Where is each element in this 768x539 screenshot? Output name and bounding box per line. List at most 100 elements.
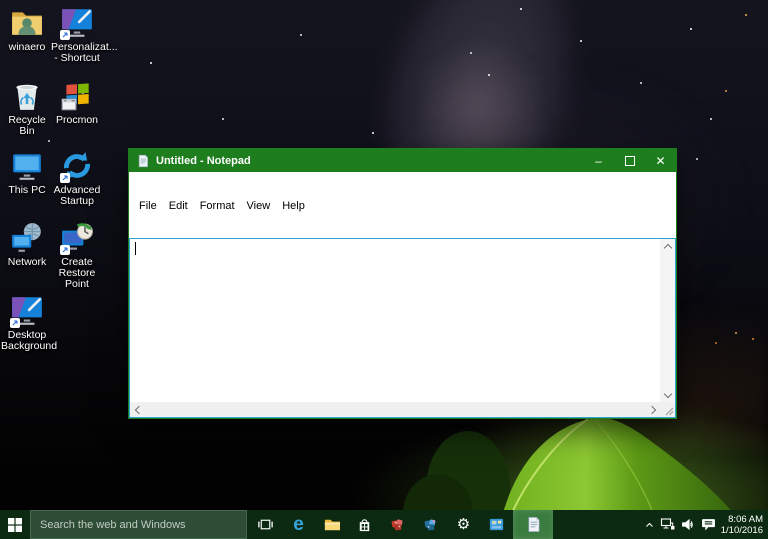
app-red-button[interactable] <box>381 510 414 539</box>
chevron-down-icon <box>663 389 672 398</box>
notepad-text-area[interactable] <box>129 238 676 418</box>
network-globe-icon <box>10 221 44 255</box>
app-red-icon <box>391 519 403 531</box>
desktop-icon-create-restore-point[interactable]: Create Restore Point <box>51 221 103 290</box>
settings-button[interactable]: ⚙ <box>447 510 480 539</box>
desktop-icon-label: winaero <box>8 41 46 53</box>
taskbar-clock[interactable]: 8:06 AM 1/10/2016 <box>721 514 766 536</box>
tray-time: 8:06 AM <box>728 513 763 525</box>
maximize-button[interactable] <box>614 149 645 172</box>
task-view-button[interactable] <box>249 510 282 539</box>
show-hidden-icons-button[interactable] <box>644 520 655 530</box>
horizontal-scrollbar[interactable] <box>130 402 660 417</box>
resize-grip-icon <box>665 407 674 416</box>
desktop-icon-label: Personalizat... - Shortcut <box>51 41 118 64</box>
minimize-icon: – <box>595 153 602 168</box>
desktop-icon-advanced-startup[interactable]: Advanced Startup <box>51 149 103 207</box>
text-caret <box>135 242 136 255</box>
store-button[interactable] <box>348 510 381 539</box>
desktop-icon-label: Create Restore Point <box>58 256 96 290</box>
desktop-icon-label: Desktop Background <box>1 329 58 352</box>
action-center-button[interactable] <box>701 518 716 531</box>
windows-desktop: winaero Personalizat... - Shortcut Recycl… <box>0 0 768 539</box>
taskbar: e ⚙ <box>0 510 768 539</box>
bright-stars <box>0 0 2 2</box>
desktop-icon-label: Recycle Bin <box>8 114 46 137</box>
minimize-button[interactable]: – <box>583 149 614 172</box>
shortcut-arrow-badge <box>60 173 70 183</box>
window-controls: – ✕ <box>583 149 676 172</box>
app-blue-button[interactable] <box>414 510 447 539</box>
close-icon: ✕ <box>655 153 666 168</box>
taskbar-search-input[interactable] <box>30 510 247 539</box>
notepad-titlebar[interactable]: Untitled - Notepad – ✕ <box>129 149 676 172</box>
chevron-up-icon <box>663 243 672 253</box>
desktop-icon-winaero[interactable]: winaero <box>1 6 53 53</box>
desktop-icon-procmon[interactable]: Procmon <box>51 79 103 126</box>
volume-tray-button[interactable] <box>681 518 696 531</box>
star-field <box>0 0 1 1</box>
taskbar-pinned-apps: e ⚙ <box>249 510 553 539</box>
advanced-startup-refresh-icon <box>60 149 94 183</box>
desktop-icon-personalization-shortcut[interactable]: Personalizat... - Shortcut <box>51 6 118 64</box>
system-tray: 8:06 AM 1/10/2016 <box>644 510 766 539</box>
distant-lights <box>0 0 2 2</box>
desktop-background-icon <box>10 294 44 328</box>
edge-icon: e <box>293 514 304 535</box>
network-icon <box>660 518 675 530</box>
notepad-menubar: File Edit Format View Help <box>129 172 676 238</box>
resize-grip[interactable] <box>660 402 675 417</box>
notepad-taskbar-button[interactable] <box>513 510 553 539</box>
menu-format[interactable]: Format <box>194 198 241 214</box>
desktop-icon-label: Advanced Startup <box>53 184 101 207</box>
notepad-window: Untitled - Notepad – ✕ File Edit Format … <box>128 148 677 419</box>
notepad-app-icon <box>136 154 150 168</box>
recycle-bin-icon <box>10 79 44 113</box>
shortcut-arrow-badge <box>10 318 20 328</box>
menu-help[interactable]: Help <box>276 198 311 214</box>
vertical-scrollbar[interactable] <box>660 239 675 402</box>
scroll-right-button[interactable] <box>645 402 660 417</box>
speaker-icon <box>681 518 693 531</box>
notepad-icon <box>527 517 540 532</box>
personalization-icon <box>60 6 94 40</box>
maximize-icon <box>624 155 635 166</box>
task-view-icon <box>258 519 273 530</box>
chevron-up-icon <box>645 522 653 527</box>
app-blue-icon <box>424 519 436 531</box>
this-pc-monitor-icon <box>10 149 44 183</box>
action-center-icon <box>701 519 715 531</box>
window-title: Untitled - Notepad <box>156 154 251 167</box>
procmon-windows-flag-icon <box>60 79 94 113</box>
desktop-icon-label: This PC <box>8 184 46 196</box>
desktop-icon-label: Network <box>7 256 47 268</box>
desktop-icon-recycle-bin[interactable]: Recycle Bin <box>1 79 53 137</box>
desktop-icon-desktop-background[interactable]: Desktop Background <box>1 294 58 352</box>
shortcut-arrow-badge <box>60 30 70 40</box>
scroll-down-button[interactable] <box>660 387 675 402</box>
chevron-left-icon <box>134 405 144 414</box>
photos-icon <box>489 518 504 531</box>
store-icon <box>359 519 370 532</box>
file-explorer-button[interactable] <box>315 510 348 539</box>
start-button[interactable] <box>0 510 30 539</box>
menu-file[interactable]: File <box>133 198 163 214</box>
chevron-right-icon <box>647 405 656 414</box>
desktop-icon-this-pc[interactable]: This PC <box>1 149 53 196</box>
close-button[interactable]: ✕ <box>645 149 676 172</box>
scroll-up-button[interactable] <box>660 239 675 254</box>
scroll-left-button[interactable] <box>130 402 145 417</box>
network-tray-button[interactable] <box>660 518 676 531</box>
menu-view[interactable]: View <box>241 198 277 214</box>
edge-button[interactable]: e <box>282 510 315 539</box>
gear-icon: ⚙ <box>456 516 471 533</box>
windows-logo-icon <box>8 517 22 532</box>
tray-date: 1/10/2016 <box>720 524 763 536</box>
file-explorer-icon <box>324 519 340 531</box>
winaero-folder-icon <box>10 6 44 40</box>
photos-button[interactable] <box>480 510 513 539</box>
menu-edit[interactable]: Edit <box>163 198 194 214</box>
desktop-icon-network[interactable]: Network <box>1 221 53 268</box>
restore-point-icon <box>60 221 94 255</box>
shortcut-arrow-badge <box>60 245 70 255</box>
